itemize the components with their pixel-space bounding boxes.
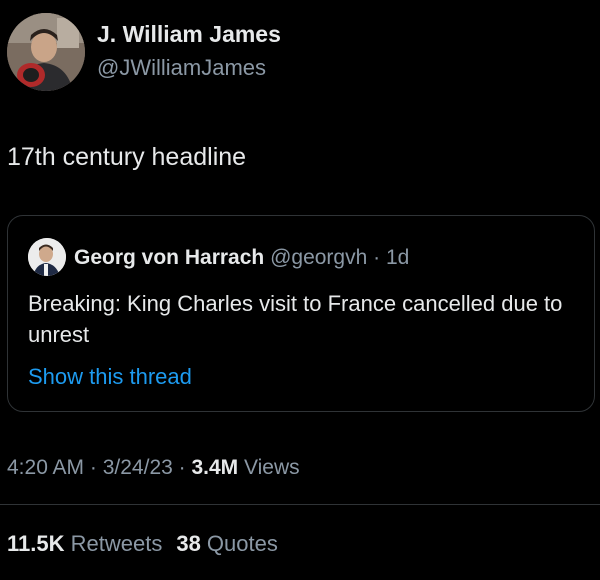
tweet-text: 17th century headline xyxy=(7,143,247,171)
quotes-stat[interactable]: 38 Quotes xyxy=(176,531,278,556)
quoted-author-avatar xyxy=(28,238,66,276)
divider xyxy=(0,504,600,505)
tweet-meta: 4:20 AM · 3/24/23 · 3.4M Views xyxy=(7,456,300,480)
tweet-time[interactable]: 4:20 AM xyxy=(7,456,84,479)
quoted-tweet-card[interactable]: Georg von Harrach @georgvh · 1d Breaking… xyxy=(7,215,595,412)
views-label: Views xyxy=(238,456,300,479)
quoted-tweet-time[interactable]: 1d xyxy=(386,246,409,269)
quoted-tweet-text: Breaking: King Charles visit to France c… xyxy=(28,291,563,347)
meta-separator: · xyxy=(84,456,103,479)
quoted-author-name[interactable]: Georg von Harrach xyxy=(74,246,264,269)
tweet-date[interactable]: 3/24/23 xyxy=(103,456,173,479)
retweets-stat[interactable]: 11.5K Retweets xyxy=(7,531,162,556)
quoted-separator: · xyxy=(367,246,386,269)
retweets-label: Retweets xyxy=(64,531,163,556)
meta-separator: · xyxy=(172,456,192,479)
author-name[interactable]: J. William James xyxy=(97,21,281,48)
quoted-author-handle[interactable]: @georgvh xyxy=(270,246,367,269)
views-count: 3.4M xyxy=(191,456,239,479)
author-handle[interactable]: @JWilliamJames xyxy=(97,55,266,81)
show-thread-link[interactable]: Show this thread xyxy=(28,364,192,390)
quoted-tweet-header: Georg von Harrach @georgvh · 1d xyxy=(74,246,409,270)
quotes-label: Quotes xyxy=(200,531,278,556)
author-avatar[interactable] xyxy=(7,13,85,91)
quotes-count: 38 xyxy=(176,531,201,556)
retweets-count: 11.5K xyxy=(7,531,65,556)
tweet-stats: 11.5K Retweets 38 Quotes xyxy=(7,531,278,557)
